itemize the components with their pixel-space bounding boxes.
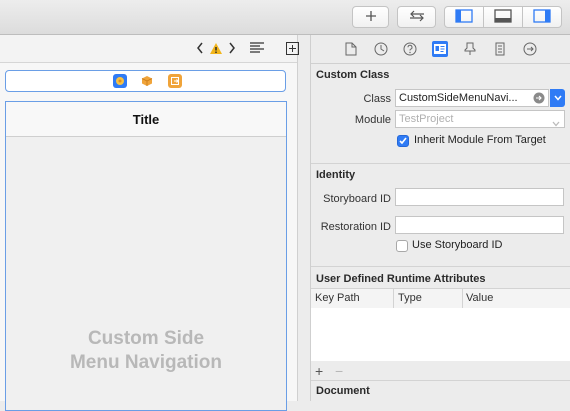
add-button[interactable] [352,6,389,28]
storyboard-id-field[interactable] [395,188,564,206]
class-field-value: CustomSideMenuNavi... [399,92,518,104]
scene-label-line-2: Menu Navigation [69,352,222,373]
size-icon[interactable] [492,41,508,57]
remove-attribute-button[interactable]: − [335,363,343,379]
toggle-utilities-button[interactable] [522,6,562,28]
restoration-id-field[interactable] [395,216,564,234]
right-panel-icon [533,8,551,26]
use-storyboard-id-label: Use Storyboard ID [412,239,503,251]
column-value[interactable]: Value [466,292,493,304]
column-divider [393,289,394,308]
module-label: Module [354,114,391,126]
warning-icon[interactable] [208,40,224,56]
exit-icon[interactable] [168,74,182,88]
restoration-id-label: Restoration ID [320,221,391,233]
scene-placeholder-label: Custom Side Menu Navigation [6,327,286,375]
scene-dock [5,70,286,92]
navigation-bar[interactable]: Title [6,102,286,137]
plus-icon [365,10,377,25]
view-controller-scene[interactable]: Title Custom Side Menu Navigation [5,101,287,411]
toolbar [0,0,570,35]
inherit-module-label: Inherit Module From Target [414,134,546,146]
storyboard-canvas[interactable]: Title Custom Side Menu Navigation [0,35,299,411]
jump-bar [0,35,299,63]
use-storyboard-id-checkbox[interactable] [396,240,408,252]
document-header: Document [316,385,370,397]
inspector-tabs [311,35,570,64]
divider [311,266,570,267]
attributes-icon[interactable] [462,41,478,57]
inherit-module-checkbox[interactable] [397,135,409,147]
runtime-attributes-table[interactable] [311,308,570,361]
module-chevron-icon [552,116,560,132]
swap-button[interactable] [397,6,436,28]
file-icon[interactable] [343,41,359,57]
custom-class-header: Custom Class [316,69,390,81]
divider [311,163,570,164]
connections-icon[interactable] [522,41,538,57]
class-field[interactable]: CustomSideMenuNavi... [395,89,549,107]
history-icon[interactable] [373,41,389,57]
left-panel-icon [455,8,473,26]
chevron-left-icon[interactable] [194,40,206,56]
view-controller-icon[interactable] [113,74,127,88]
lines-icon[interactable] [248,40,266,56]
identity-inspector: Custom Class Class CustomSideMenuNavi...… [310,35,570,401]
identity-header: Identity [316,169,356,181]
add-attribute-button[interactable]: + [315,363,323,379]
chevron-down-icon [553,92,562,104]
identity-icon[interactable] [432,41,448,57]
column-divider [462,289,463,308]
add-editor-icon[interactable] [285,40,299,56]
navigate-arrow-icon[interactable] [533,92,545,109]
module-field[interactable]: TestProject [395,110,565,128]
first-responder-icon[interactable] [140,74,154,88]
divider [311,380,570,381]
toggle-navigator-button[interactable] [444,6,484,28]
class-label: Class [363,93,391,105]
column-type[interactable]: Type [398,292,422,304]
storyboard-id-label: Storyboard ID [323,193,391,205]
help-icon[interactable] [402,41,418,57]
module-placeholder: TestProject [399,113,454,125]
runtime-attributes-table-header: Key Path Type Value [311,288,570,309]
class-dropdown-button[interactable] [550,89,565,107]
runtime-attributes-header: User Defined Runtime Attributes [316,273,486,285]
nav-title: Title [132,111,160,127]
scene-label-line-1: Custom Side [87,328,205,349]
toggle-debug-button[interactable] [483,6,523,28]
swap-arrows-icon [408,10,426,25]
bottom-panel-icon [494,8,512,26]
chevron-right-icon[interactable] [226,40,238,56]
column-key-path[interactable]: Key Path [315,292,360,304]
